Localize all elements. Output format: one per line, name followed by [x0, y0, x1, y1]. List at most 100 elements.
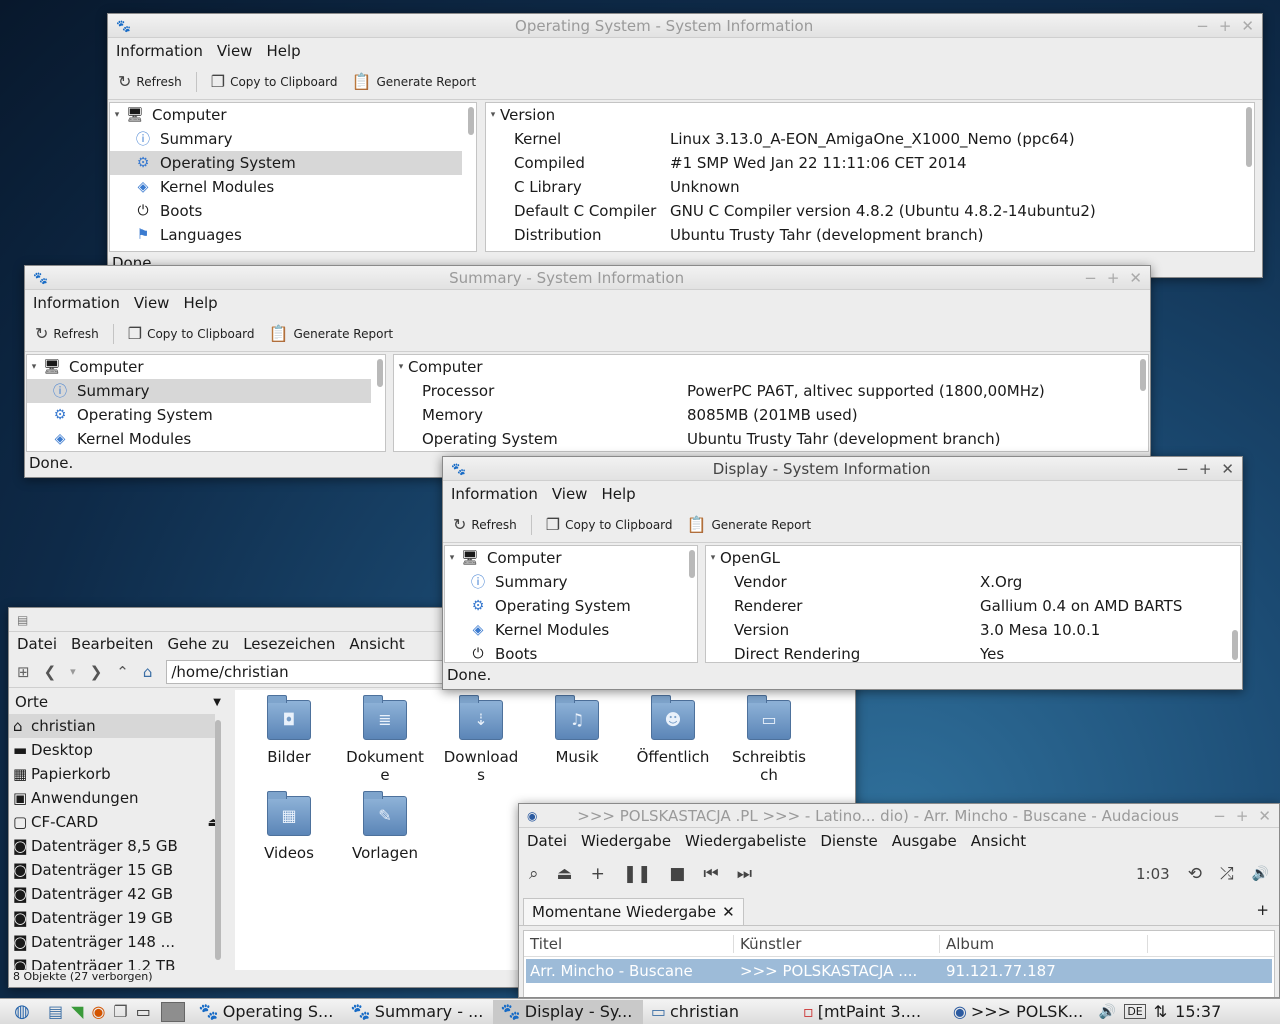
- scrollbar[interactable]: [215, 720, 221, 960]
- folder-oeffentlich[interactable]: ☻ Öffentlich: [625, 695, 721, 766]
- place-desktop[interactable]: ▬ Desktop: [9, 738, 229, 762]
- tree-item-boots[interactable]: ⏻ Boots: [445, 642, 697, 662]
- place-papierkorb[interactable]: ▦ Papierkorb: [9, 762, 229, 786]
- terminal-launcher-icon[interactable]: ▭: [132, 1002, 155, 1021]
- menu-datei[interactable]: Datei: [17, 635, 57, 653]
- places-header[interactable]: Orte ▼: [9, 690, 229, 714]
- tab-now-playing[interactable]: Momentane Wiedergabe ✕: [523, 898, 744, 925]
- maximize-icon[interactable]: +: [1199, 460, 1212, 478]
- start-menu-icon[interactable]: ◍: [0, 1000, 44, 1024]
- generate-report-button[interactable]: 📋 Generate Report: [352, 72, 477, 91]
- window-summary[interactable]: 🐾 Summary - System Information − + ✕ Infor…: [24, 265, 1151, 478]
- maximize-icon[interactable]: +: [1236, 807, 1249, 825]
- window-display[interactable]: 🐾 Display - System Information − + ✕ Infor…: [442, 456, 1243, 690]
- tree-item-computer[interactable]: ▾ 🖥 Computer: [27, 355, 385, 379]
- task-mtpaint[interactable]: ▫ [mtPaint 3....: [795, 1000, 945, 1024]
- titlebar[interactable]: ◉ >>> POLSKASTACJA .PL >>> - Latino... d…: [519, 804, 1279, 828]
- expander-icon[interactable]: ▾: [110, 110, 124, 120]
- menu-help[interactable]: Help: [266, 42, 300, 60]
- folder-dokumente[interactable]: ≣ Dokument e: [337, 695, 433, 784]
- scrollbar[interactable]: [1140, 359, 1146, 391]
- menu-datei[interactable]: Datei: [527, 832, 567, 850]
- new-tab-icon[interactable]: ⊞: [17, 663, 30, 681]
- firefox-launcher-icon[interactable]: ◉: [87, 1002, 109, 1021]
- stop-icon[interactable]: ■: [669, 864, 685, 884]
- scrollbar[interactable]: [1232, 630, 1238, 660]
- folder-musik[interactable]: ♫ Musik: [529, 695, 625, 766]
- menu-help[interactable]: Help: [183, 294, 217, 312]
- titlebar[interactable]: 🐾 Summary - System Information − + ✕: [25, 266, 1150, 290]
- volume-icon[interactable]: 🔊: [1252, 866, 1269, 882]
- clock[interactable]: 15:37: [1171, 1002, 1227, 1021]
- up-icon[interactable]: ⌃: [116, 663, 129, 681]
- history-dropdown-icon[interactable]: ▾: [70, 665, 76, 678]
- menu-lesezeichen[interactable]: Lesezeichen: [243, 635, 335, 653]
- titlebar[interactable]: 🐾 Operating System - System Information …: [108, 14, 1262, 38]
- tree-item-kernel-modules[interactable]: ◈ Kernel Modules: [110, 175, 476, 199]
- folder-videos[interactable]: ▦ Videos: [241, 791, 337, 862]
- menu-help[interactable]: Help: [601, 485, 635, 503]
- minimize-icon[interactable]: −: [1213, 807, 1226, 825]
- folder-schreibtisch[interactable]: ▭ Schreibtis ch: [721, 695, 817, 784]
- column-titel[interactable]: Titel: [524, 934, 734, 953]
- copy-to-clipboard-button[interactable]: ❐ Copy to Clipboard: [546, 515, 673, 534]
- forward-icon[interactable]: ❯: [90, 663, 103, 681]
- window-switcher-icon[interactable]: ❐: [109, 1002, 131, 1021]
- back-icon[interactable]: ❮: [44, 663, 57, 681]
- column-album[interactable]: Album: [940, 934, 1148, 953]
- open-icon[interactable]: ⏏: [557, 864, 573, 884]
- add-icon[interactable]: +: [591, 864, 605, 884]
- maximize-icon[interactable]: +: [1107, 269, 1120, 287]
- folder-bilder[interactable]: ◘ Bilder: [241, 695, 337, 766]
- expander-icon[interactable]: ▾: [394, 362, 408, 372]
- tree-item-computer[interactable]: ▾ 🖥 Computer: [110, 103, 476, 127]
- menu-view[interactable]: View: [134, 294, 170, 312]
- place-cf-card[interactable]: ▢ CF-CARD ⏏: [9, 810, 229, 834]
- refresh-button[interactable]: ↻ Refresh: [35, 324, 99, 343]
- tree-item-summary[interactable]: ⓘ Summary: [110, 127, 476, 151]
- generate-report-button[interactable]: 📋 Generate Report: [687, 515, 812, 534]
- task-christian[interactable]: ▭ christian: [643, 1000, 795, 1024]
- network-icon[interactable]: ⇅: [1150, 1002, 1171, 1021]
- file-manager-launcher-icon[interactable]: ▤: [44, 1002, 67, 1021]
- task-audacious[interactable]: ◉ >>> POLSK...: [945, 1000, 1095, 1024]
- menu-ansicht[interactable]: Ansicht: [349, 635, 404, 653]
- tree-item-boots[interactable]: ⏻ Boots: [110, 199, 476, 223]
- pause-icon[interactable]: ❚❚: [623, 864, 652, 884]
- playlist-row[interactable]: Arr. Mincho - Buscane >>> POLSKASTACJA .…: [526, 959, 1272, 983]
- menu-wiedergabe[interactable]: Wiedergabe: [581, 832, 671, 850]
- refresh-button[interactable]: ↻ Refresh: [118, 72, 182, 91]
- previous-icon[interactable]: ⏮: [703, 864, 718, 884]
- tree-item-summary[interactable]: ⓘ Summary: [27, 379, 371, 403]
- menu-ansicht[interactable]: Ansicht: [971, 832, 1026, 850]
- place-anwendungen[interactable]: ▣ Anwendungen: [9, 786, 229, 810]
- refresh-button[interactable]: ↻ Refresh: [453, 515, 517, 534]
- generate-report-button[interactable]: 📋 Generate Report: [269, 324, 394, 343]
- place-christian[interactable]: ⌂ christian: [9, 714, 215, 738]
- tree-item-languages[interactable]: ⚑ Languages: [110, 223, 476, 247]
- dropdown-icon[interactable]: ▼: [213, 697, 221, 708]
- menu-gehe-zu[interactable]: Gehe zu: [167, 635, 229, 653]
- tree-pane[interactable]: ▾ 🖥 Computer ⓘ Summary ⚙ Operating System ◈ K…: [109, 102, 477, 252]
- menu-view[interactable]: View: [217, 42, 253, 60]
- tree-pane[interactable]: ▾ 🖥 Computer ⓘ Summary ⚙ Operating System ◈ K…: [444, 545, 698, 663]
- place-drive[interactable]: ◙ Datenträger 42 GB: [9, 882, 229, 906]
- home-icon[interactable]: ⌂: [143, 663, 153, 681]
- menu-ausgabe[interactable]: Ausgabe: [892, 832, 957, 850]
- scrollbar[interactable]: [468, 107, 474, 135]
- close-tab-icon[interactable]: ✕: [722, 903, 735, 921]
- close-icon[interactable]: ✕: [1241, 17, 1254, 35]
- tree-item-kernel-modules[interactable]: ◈ Kernel Modules: [27, 427, 385, 451]
- menu-information[interactable]: Information: [451, 485, 538, 503]
- window-operating-system[interactable]: 🐾 Operating System - System Information …: [107, 13, 1263, 278]
- task-operating-system[interactable]: 🐾 Operating S...: [191, 1000, 343, 1024]
- repeat-icon[interactable]: ⟲: [1188, 864, 1202, 884]
- menu-bearbeiten[interactable]: Bearbeiten: [71, 635, 153, 653]
- keyboard-layout[interactable]: DE: [1124, 1004, 1146, 1019]
- scrollbar[interactable]: [689, 550, 695, 578]
- maximize-icon[interactable]: +: [1219, 17, 1232, 35]
- expander-icon[interactable]: ▾: [706, 553, 720, 563]
- folder-downloads[interactable]: ⇣ Download s: [433, 695, 529, 784]
- tree-pane[interactable]: ▾ 🖥 Computer ⓘ Summary ⚙ Operating System ◈ K…: [26, 354, 386, 452]
- task-display[interactable]: 🐾 Display - Sy...: [492, 999, 643, 1024]
